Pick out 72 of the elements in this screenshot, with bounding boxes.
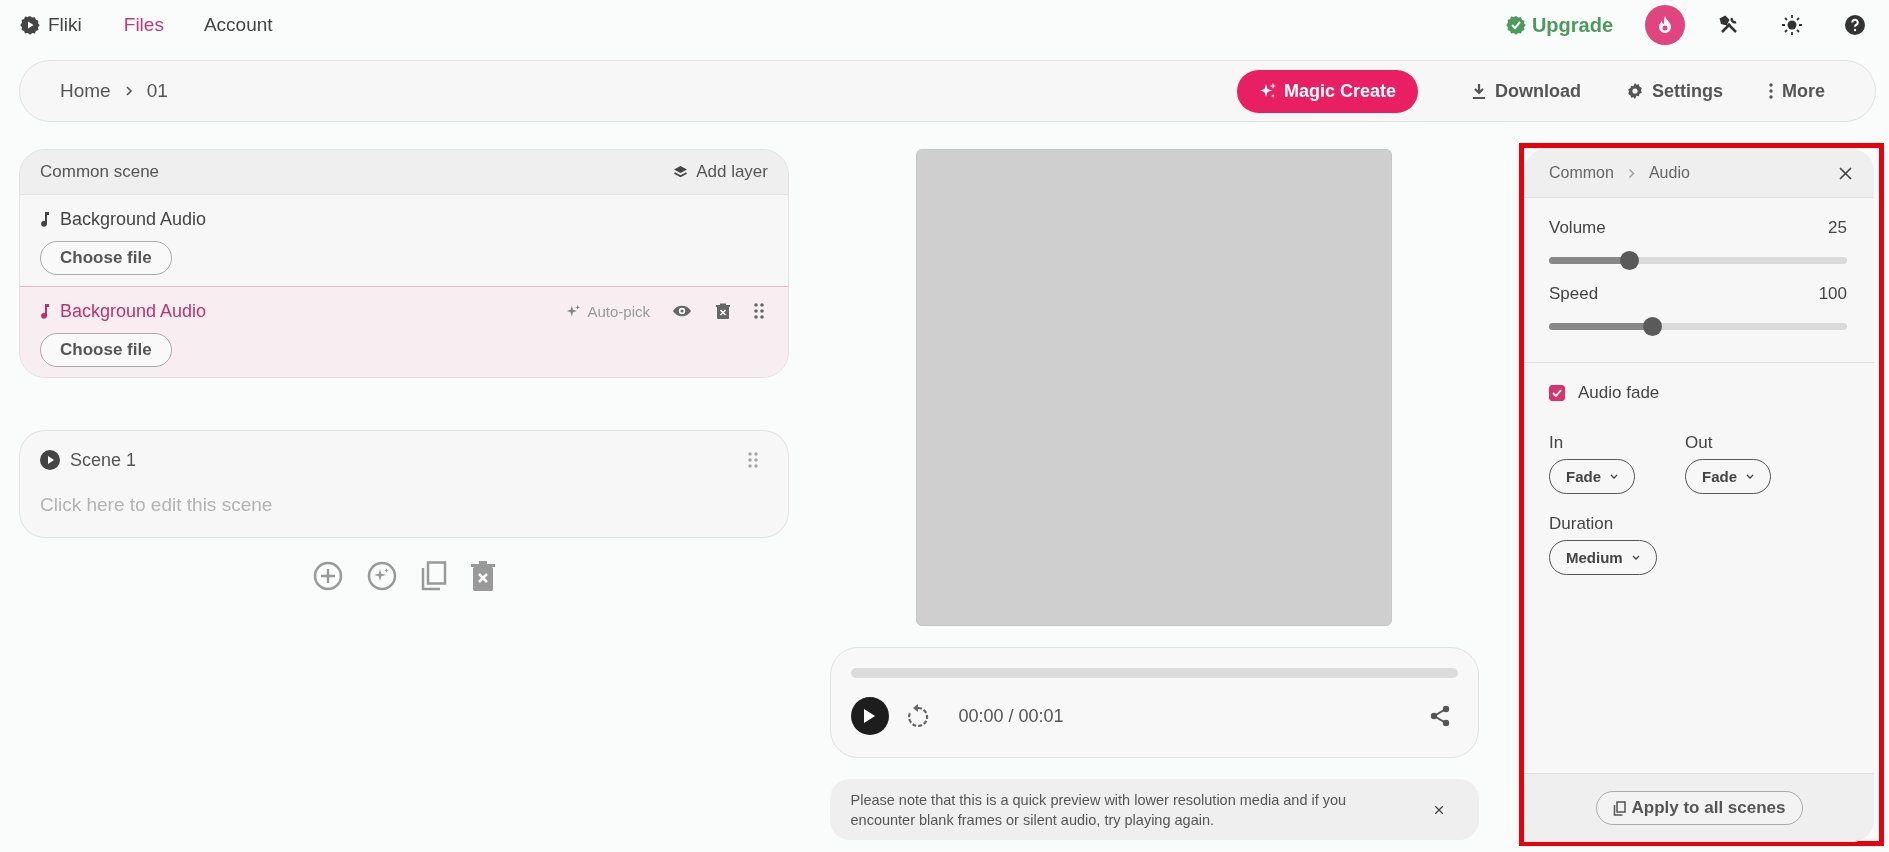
caret-icon <box>1746 474 1755 479</box>
slider-value: 100 <box>1818 284 1847 305</box>
share-icon[interactable] <box>1429 705 1450 727</box>
logo-icon <box>20 15 40 35</box>
nav-link[interactable]: Files <box>123 14 164 36</box>
more-button[interactable]: More <box>1759 80 1835 102</box>
slider-value: 25 <box>1828 218 1847 239</box>
slider-track[interactable] <box>1549 317 1847 336</box>
tools-icon[interactable] <box>1719 15 1739 35</box>
layer-row[interactable]: Background Audio Auto-pick Choose file <box>20 286 788 377</box>
nav-link[interactable]: Account <box>203 14 273 36</box>
progress-track[interactable] <box>850 668 1458 678</box>
avatar-button[interactable] <box>1645 5 1685 45</box>
layer-row[interactable]: Background Audio Choose file <box>20 195 788 286</box>
delete-icon[interactable] <box>716 303 730 319</box>
chevron-right-icon <box>124 85 133 97</box>
replay-icon[interactable] <box>906 704 929 728</box>
slider-label: Speed <box>1549 284 1599 305</box>
slider-label: Volume <box>1549 218 1606 239</box>
add-layer-button[interactable]: Add layer <box>673 162 768 182</box>
delete-icon[interactable] <box>471 561 495 591</box>
breadcrumb-link[interactable]: Home <box>60 80 111 102</box>
music-note-icon <box>40 303 50 319</box>
play-button[interactable] <box>850 697 889 735</box>
layer-name: Background Audio <box>60 300 207 322</box>
slider-track[interactable] <box>1549 251 1847 270</box>
choose-file-button[interactable]: Choose file <box>40 241 172 275</box>
drag-handle-icon[interactable] <box>748 452 758 468</box>
slider-thumb[interactable] <box>1642 317 1662 336</box>
layers-icon <box>673 164 689 180</box>
help-icon[interactable] <box>1845 15 1865 35</box>
caret-icon <box>1631 555 1640 560</box>
notice-text: Please note that this is a quick preview with lower resolution media and if you encounter blank frames or silent audio, try playing again. <box>850 790 1348 830</box>
drag-handle-icon[interactable] <box>754 303 764 319</box>
copy-icon[interactable] <box>421 561 447 591</box>
brightness-icon[interactable] <box>1781 14 1803 36</box>
card-title: Common scene <box>40 162 160 182</box>
flame-icon <box>1656 15 1674 35</box>
sparkle-circle-icon[interactable] <box>367 561 397 591</box>
download-button[interactable]: Download <box>1461 80 1591 102</box>
eye-icon[interactable] <box>672 304 692 318</box>
sparkle-icon <box>1258 82 1277 100</box>
field-label: In <box>1549 433 1565 453</box>
caret-icon <box>1610 474 1618 479</box>
breadcrumb-current: Audio <box>1648 164 1690 182</box>
brand-logo[interactable]: Fliki <box>20 14 82 36</box>
settings-button[interactable]: Settings <box>1616 80 1733 102</box>
download-icon <box>1471 83 1486 99</box>
close-icon[interactable] <box>1839 166 1852 180</box>
checkbox-label: Audio fade <box>1578 383 1660 403</box>
magic-create-button[interactable]: Magic Create <box>1236 69 1418 113</box>
layer-name: Background Audio <box>60 208 207 230</box>
choose-file-button[interactable]: Choose file <box>40 333 172 367</box>
slider-thumb[interactable] <box>1620 251 1640 270</box>
verified-badge-icon <box>1505 15 1526 35</box>
apply-button[interactable]: Apply to all scenes <box>1595 791 1803 825</box>
checkbox[interactable] <box>1549 385 1565 401</box>
chevron-right-icon <box>1627 167 1635 179</box>
breadcrumb-current: 01 <box>146 80 168 102</box>
copy-icon <box>1612 800 1626 816</box>
scene-title: Scene 1 <box>70 449 137 471</box>
play-circle-icon <box>40 450 60 470</box>
play-icon <box>861 708 876 724</box>
music-note-icon <box>40 211 50 227</box>
field-label: Out <box>1685 433 1714 453</box>
add-icon[interactable] <box>313 561 343 591</box>
field-label: Duration <box>1549 514 1615 534</box>
more-icon <box>1769 83 1773 99</box>
breadcrumb-link[interactable]: Common <box>1549 164 1614 182</box>
checkmark-icon <box>1552 389 1562 397</box>
settings-icon <box>1626 83 1643 99</box>
time-display: 00:00 / 00:01 <box>958 705 1064 727</box>
